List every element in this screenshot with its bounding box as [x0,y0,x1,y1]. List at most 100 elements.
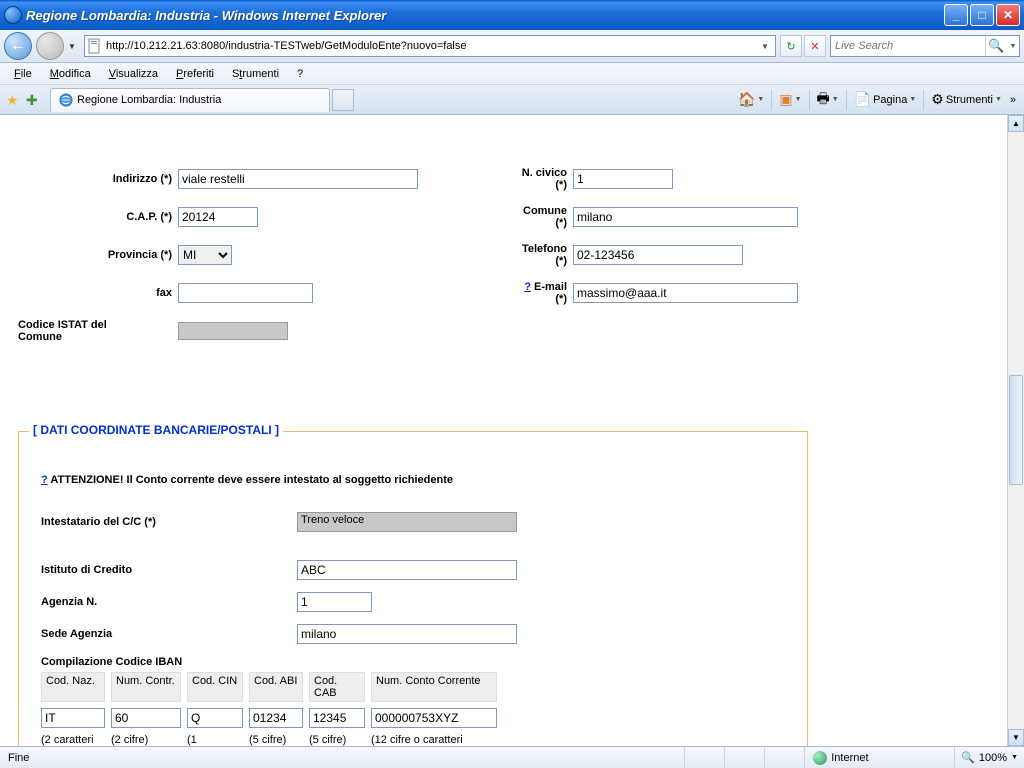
tab-title: Regione Lombardia: Industria [77,94,221,106]
menu-visualizza[interactable]: Visualizza [101,66,166,82]
label-istituto: Istituto di Credito [41,564,297,576]
iban-head-abi: Cod. ABI [249,672,303,702]
home-button[interactable]: 🏠▼ [734,89,768,110]
input-iban-cin[interactable] [187,708,243,728]
url-input[interactable] [106,40,757,52]
iban-head-cab: Cod. CAB [309,672,365,702]
input-iban-contr[interactable] [111,708,181,728]
tools-menu-button[interactable]: ⚙Strumenti▼ [927,89,1006,110]
toolbar-overflow[interactable]: » [1006,94,1020,106]
hint-naz: (2 caratteri maiuscoli) [41,734,105,746]
label-civico: N. civico(*) [498,167,573,191]
input-sede[interactable] [297,624,517,644]
menu-modifica[interactable]: Modifica [42,66,99,82]
search-button[interactable]: 🔍 [985,36,1007,56]
label-agenzia: Agenzia N. [41,596,297,608]
label-provincia: Provincia (*) [18,249,178,261]
stop-button[interactable]: ✕ [804,35,826,57]
input-comune[interactable] [573,207,798,227]
iban-hints-row: (2 caratteri maiuscoli) (2 cifre) (1 car… [41,734,785,746]
input-indirizzo[interactable] [178,169,418,189]
window-close-button[interactable]: ✕ [996,4,1020,26]
input-istituto[interactable] [297,560,517,580]
window-maximize-button[interactable]: □ [970,4,994,26]
input-telefono[interactable] [573,245,743,265]
iban-head-naz: Cod. Naz. [41,672,105,702]
content-area: Indirizzo (*) N. civico(*) C.A.P. (*) Co… [0,115,1024,746]
bank-legend: [ DATI COORDINATE BANCARIE/POSTALI ] [29,423,283,437]
hint-contr: (2 cifre) [111,734,181,746]
page-icon [87,38,103,54]
favorites-icon[interactable]: ★ [6,92,22,108]
status-zone: Internet [805,747,955,768]
bank-fieldset: [ DATI COORDINATE BANCARIE/POSTALI ] ? A… [18,431,808,746]
iban-head-conto: Num. Conto Corrente [371,672,497,702]
address-form: Indirizzo (*) N. civico(*) C.A.P. (*) Co… [18,167,1004,343]
address-dropdown[interactable]: ▼ [757,42,773,51]
search-input[interactable] [831,40,985,52]
search-box[interactable]: 🔍 ▼ [830,35,1020,57]
input-iban-naz[interactable] [41,708,105,728]
iban-head-cin: Cod. CIN [187,672,243,702]
warning-help-link[interactable]: ? [41,474,48,486]
globe-icon [813,751,827,765]
label-fax: fax [18,287,178,299]
search-dropdown[interactable]: ▼ [1007,43,1019,50]
refresh-button[interactable]: ↻ [780,35,802,57]
status-bar: Fine Internet 🔍100%▼ [0,746,1024,768]
label-intestatario: Intestatario del C/C (*) [41,516,297,528]
feeds-button[interactable]: ▣▼ [775,89,805,110]
label-sede: Sede Agenzia [41,628,297,640]
tab-active[interactable]: Regione Lombardia: Industria [50,88,330,112]
input-cap[interactable] [178,207,258,227]
page-menu-button[interactable]: 📄Pagina▼ [850,89,921,110]
scroll-thumb[interactable] [1009,375,1023,485]
ie-icon [4,6,22,24]
zoom-icon: 🔍 [961,751,975,764]
window-minimize-button[interactable]: _ [944,4,968,26]
menu-bar: File Modifica Visualizza Preferiti Strum… [0,63,1024,85]
input-email[interactable] [573,283,798,303]
input-istat-readonly [178,322,288,340]
input-iban-abi[interactable] [249,708,303,728]
label-indirizzo: Indirizzo (*) [18,173,178,185]
nav-history-dropdown[interactable]: ▼ [68,42,80,51]
nav-toolbar: ← → ▼ ▼ ↻ ✕ 🔍 ▼ [0,30,1024,63]
forward-button[interactable]: → [36,32,64,60]
input-iban-conto[interactable] [371,708,497,728]
menu-preferiti[interactable]: Preferiti [168,66,222,82]
label-comune: Comune(*) [498,205,573,229]
input-iban-cab[interactable] [309,708,365,728]
zoom-control[interactable]: 🔍100%▼ [955,751,1024,764]
window-title: Regione Lombardia: Industria - Windows I… [26,8,944,23]
label-email: ? E-mail(*) [498,281,573,305]
menu-file[interactable]: File [6,66,40,82]
vertical-scrollbar[interactable]: ▲ ▼ [1007,115,1024,746]
status-pane-1 [685,747,725,768]
input-agenzia[interactable] [297,592,372,612]
iban-input-row [41,708,785,728]
new-tab-button[interactable] [332,89,354,111]
status-pane-3 [765,747,805,768]
hint-cin: (1 carattere maiuscolo) [187,734,243,746]
address-bar[interactable]: ▼ [84,35,776,57]
label-iban-title: Compilazione Codice IBAN [41,656,785,668]
menu-strumenti[interactable]: Strumenti [224,66,287,82]
input-fax[interactable] [178,283,313,303]
select-provincia[interactable]: MI [178,245,232,265]
scroll-down-button[interactable]: ▼ [1008,729,1024,746]
input-civico[interactable] [573,169,673,189]
bank-warning: ? ATTENZIONE! Il Conto corrente deve ess… [41,474,785,486]
iban-header-row: Cod. Naz. Num. Contr. Cod. CIN Cod. ABI … [41,672,785,702]
tab-toolbar: ★ ✚ Regione Lombardia: Industria 🏠▼ ▣▼ 🖶… [0,85,1024,115]
print-button[interactable]: 🖶▼ [813,86,843,114]
email-help-link[interactable]: ? [524,281,531,293]
label-istat: Codice ISTAT del Comune [18,319,148,343]
hint-conto: (12 cifre o caratteri maiuscoli) [371,734,497,746]
add-favorite-icon[interactable]: ✚ [26,92,42,108]
menu-help[interactable]: ? [289,66,311,82]
label-cap: C.A.P. (*) [18,211,178,223]
back-button[interactable]: ← [4,32,32,60]
scroll-up-button[interactable]: ▲ [1008,115,1024,132]
window-titlebar: Regione Lombardia: Industria - Windows I… [0,0,1024,30]
